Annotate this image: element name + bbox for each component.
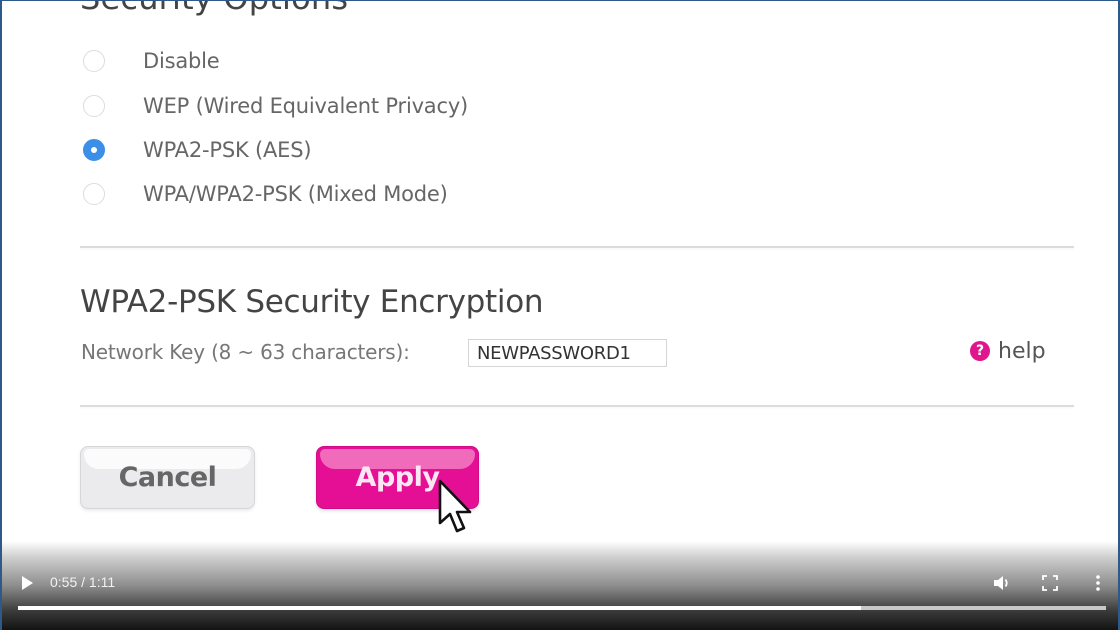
- network-key-input[interactable]: [468, 339, 667, 367]
- more-vertical-icon: [1096, 575, 1100, 591]
- radio-label: WEP (Wired Equivalent Privacy): [143, 94, 469, 118]
- section-divider: [80, 405, 1074, 407]
- radio-label: Disable: [143, 49, 220, 73]
- radio-label: WPA2-PSK (AES): [143, 138, 312, 162]
- fullscreen-button[interactable]: [1038, 571, 1062, 595]
- encryption-section-title: WPA2-PSK Security Encryption: [80, 284, 544, 320]
- more-options-button[interactable]: [1086, 571, 1110, 595]
- video-progress-played: [18, 606, 862, 610]
- radio-option-wpa2-psk-aes[interactable]: WPA2-PSK (AES): [83, 135, 312, 165]
- help-link[interactable]: ? help: [970, 337, 1046, 365]
- volume-button[interactable]: [990, 571, 1014, 595]
- help-label: help: [998, 338, 1046, 364]
- radio-option-disable[interactable]: Disable: [83, 46, 220, 76]
- video-progress-bar[interactable]: [18, 606, 1106, 610]
- radio-button[interactable]: [83, 95, 105, 117]
- radio-label: WPA/WPA2-PSK (Mixed Mode): [143, 182, 448, 206]
- security-options-title: Security Options: [80, 1, 348, 17]
- time-display: 0:55 / 1:11: [50, 574, 116, 590]
- mouse-pointer-icon: [438, 479, 472, 533]
- radio-button[interactable]: [83, 183, 105, 205]
- radio-option-wep[interactable]: WEP (Wired Equivalent Privacy): [83, 91, 468, 121]
- cancel-button-label: Cancel: [118, 462, 217, 493]
- section-divider: [80, 246, 1074, 248]
- play-icon: [22, 576, 33, 590]
- volume-icon: [994, 576, 1008, 590]
- video-controls-bar: [2, 541, 1118, 630]
- play-button[interactable]: [15, 571, 39, 595]
- radio-button-selected[interactable]: [83, 139, 105, 161]
- apply-button-label: Apply: [355, 462, 440, 493]
- cancel-button[interactable]: Cancel: [80, 446, 255, 509]
- network-key-label: Network Key (8 ~ 63 characters):: [81, 340, 410, 364]
- radio-button[interactable]: [83, 50, 105, 72]
- fullscreen-icon: [1042, 575, 1058, 591]
- question-circle-icon: ?: [970, 341, 990, 361]
- radio-option-wpa-wpa2-mixed[interactable]: WPA/WPA2-PSK (Mixed Mode): [83, 179, 448, 209]
- video-frame: Security Options Disable WEP (Wired Equi…: [0, 0, 1120, 630]
